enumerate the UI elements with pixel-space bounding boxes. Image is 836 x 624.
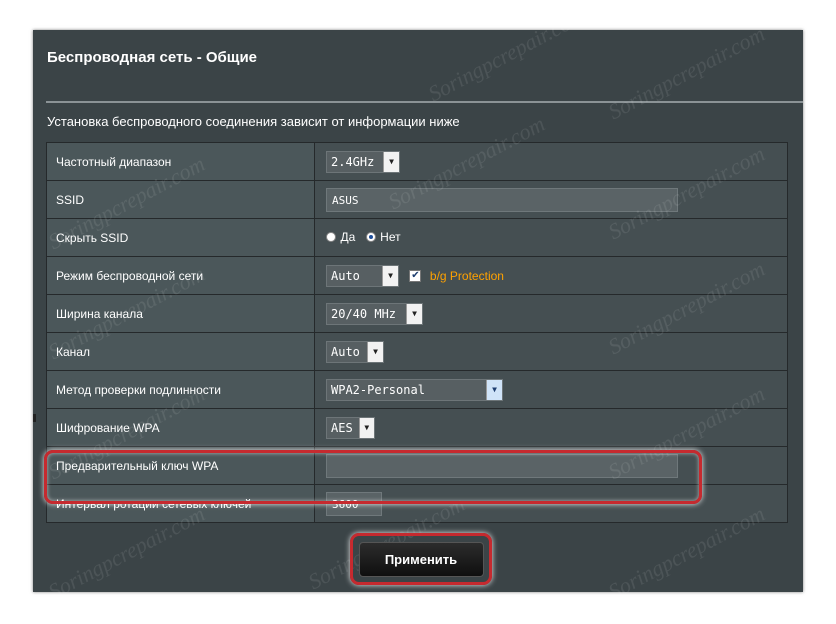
chevron-down-icon: ▼ <box>358 417 374 438</box>
hide-ssid-no-label: Нет <box>380 230 401 245</box>
table-row: Канал Auto ▼ <box>46 332 788 371</box>
chevron-down-icon: ▼ <box>486 379 502 400</box>
panel-edge-marker <box>33 414 36 422</box>
channel-label: Канал <box>46 332 315 371</box>
channel-width-label: Ширина канала <box>46 294 315 333</box>
table-row: Предварительный ключ WPA <box>46 446 788 485</box>
chevron-down-icon: ▼ <box>406 303 422 324</box>
page-title: Беспроводная сеть - Общие <box>47 49 258 66</box>
wpa-encryption-value: AES <box>331 420 353 435</box>
mode-select-value: Auto <box>331 268 360 283</box>
table-row: Интервал ротации сетевых ключей 3600 <box>46 484 788 523</box>
channel-width-value: 20/40 MHz <box>331 306 397 321</box>
table-row: Скрыть SSID Да Нет <box>46 218 788 257</box>
band-label: Частотный диапазон <box>46 142 315 181</box>
auth-method-label: Метод проверки подлинности <box>46 370 315 409</box>
title-divider <box>46 101 803 103</box>
channel-select[interactable]: Auto ▼ <box>326 340 384 363</box>
apply-button[interactable]: Применить <box>358 541 484 577</box>
auth-method-value: WPA2-Personal <box>331 382 425 397</box>
bg-protection-checkbox[interactable]: ✔ <box>409 269 422 282</box>
wireless-settings-table: Частотный диапазон 2.4GHz ▼ SSID ASUS Ск… <box>46 142 788 523</box>
chevron-down-icon: ▼ <box>367 341 383 362</box>
ssid-label: SSID <box>46 180 315 219</box>
auth-method-select[interactable]: WPA2-Personal ▼ <box>326 378 503 401</box>
table-row: SSID ASUS <box>46 180 788 219</box>
ssid-input[interactable]: ASUS <box>326 187 678 212</box>
key-rotation-input[interactable]: 3600 <box>326 491 382 516</box>
channel-value: Auto <box>331 344 360 359</box>
channel-width-select[interactable]: 20/40 MHz ▼ <box>326 302 423 325</box>
mode-label: Режим беспроводной сети <box>46 256 315 295</box>
table-row: Метод проверки подлинности WPA2-Personal… <box>46 370 788 409</box>
wpa-psk-label: Предварительный ключ WPA <box>46 446 315 485</box>
chevron-down-icon: ▼ <box>383 151 399 172</box>
page-description: Установка беспроводного соединения завис… <box>47 114 460 129</box>
hide-ssid-yes-label: Да <box>340 230 356 245</box>
table-row: Частотный диапазон 2.4GHz ▼ <box>46 142 788 181</box>
chevron-down-icon: ▼ <box>382 265 398 286</box>
hide-ssid-yes-radio[interactable] <box>326 232 336 243</box>
settings-panel: Беспроводная сеть - Общие Установка бесп… <box>33 30 803 592</box>
wpa-encryption-select[interactable]: AES ▼ <box>326 416 375 439</box>
wpa-psk-input[interactable] <box>326 453 678 478</box>
apply-highlight-frame: Применить <box>350 533 492 585</box>
key-rotation-label: Интервал ротации сетевых ключей <box>46 484 315 523</box>
wpa-encryption-label: Шифрование WPA <box>46 408 315 447</box>
mode-select[interactable]: Auto ▼ <box>326 264 399 287</box>
band-select[interactable]: 2.4GHz ▼ <box>326 150 400 173</box>
bg-protection-label: b/g Protection <box>429 268 504 283</box>
hide-ssid-label: Скрыть SSID <box>46 218 315 257</box>
table-row: Ширина канала 20/40 MHz ▼ <box>46 294 788 333</box>
table-row: Шифрование WPA AES ▼ <box>46 408 788 447</box>
hide-ssid-no-radio[interactable] <box>365 232 376 243</box>
table-row: Режим беспроводной сети Auto ▼ ✔ b/g Pro… <box>46 256 788 295</box>
band-select-value: 2.4GHz <box>331 154 375 169</box>
